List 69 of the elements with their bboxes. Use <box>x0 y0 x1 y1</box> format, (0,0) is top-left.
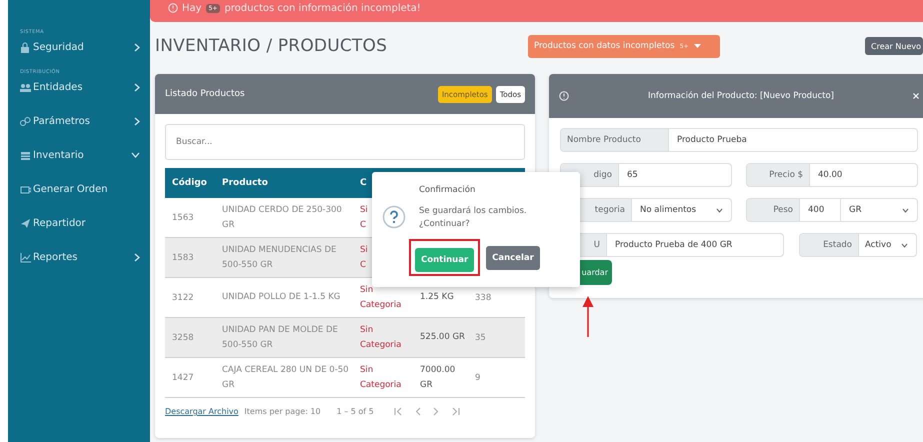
question-icon <box>382 205 406 229</box>
items-per-page: Items per page: 10 <box>244 407 321 416</box>
popover-title: Confirmación <box>419 185 476 195</box>
first-page-icon[interactable] <box>394 407 403 416</box>
info-icon <box>168 3 178 13</box>
table-cell-text: Sin Categoria <box>359 364 402 392</box>
table-cell-text: UNIDAD CERDO DE 250-300 GR <box>221 204 343 232</box>
table-cell-text: UNIDAD PAN DE MOLDE DE 500-550 GR <box>221 324 339 352</box>
alert-text: productos con información incompleta! <box>224 2 421 14</box>
table-cell-text: 1563 <box>171 212 195 222</box>
sidebar-item[interactable]: Generar Orden <box>8 179 150 199</box>
search-field[interactable]: Buscar... <box>165 124 525 160</box>
table-cell-text: 3258 <box>171 332 195 342</box>
table-cell-text: Sin Categoria <box>359 284 402 312</box>
page-title: INVENTARIO / PRODUCTOS <box>155 36 388 56</box>
table-cell-text: Si C <box>359 244 368 272</box>
input-field[interactable]: Precio $ 40.00 <box>746 163 918 187</box>
continue-button[interactable]: Continuar <box>415 248 474 272</box>
send-icon <box>20 218 31 228</box>
table-cell-text: UNIDAD POLLO DE 1-1.5 KG <box>221 291 342 304</box>
table-cell-text: 9 <box>474 372 482 382</box>
people-icon <box>20 82 31 92</box>
sidebar-item[interactable]: Parámetros <box>8 111 150 131</box>
alert-text: Hay <box>182 2 202 14</box>
table-cell-text: UNIDAD MENUDENCIAS DE 500-550 GR <box>221 244 338 272</box>
next-page-icon[interactable] <box>432 407 439 416</box>
last-page-icon[interactable] <box>450 407 460 416</box>
popover-message: Se guardará los cambios. ¿Continuar? <box>419 206 527 229</box>
column-header: Código <box>171 178 208 188</box>
select-field[interactable]: Estado Activo <box>799 233 917 257</box>
page-range: 1 – 5 of 5 <box>336 407 374 416</box>
caret-icon <box>694 44 701 48</box>
info-icon <box>559 91 569 101</box>
table-cell-text: Sin Categoria <box>359 324 402 352</box>
sidebar-item[interactable]: Inventario <box>8 145 150 165</box>
table-cell-text: 1427 <box>171 372 195 382</box>
grid-icon <box>20 150 31 160</box>
chevron-down-icon <box>716 208 723 212</box>
lock-icon <box>20 42 31 52</box>
chart-icon <box>20 252 31 262</box>
input-field[interactable]: digo 65 <box>560 163 732 187</box>
table-cell-text: 1583 <box>171 252 195 262</box>
column-header: Producto <box>221 178 269 188</box>
column-header: C <box>359 178 368 188</box>
sidebar-item[interactable]: Seguridad <box>8 37 150 57</box>
table-cell-text: 1.25 KG <box>419 291 455 304</box>
gears-icon <box>20 116 31 126</box>
table-cell-text: 338 <box>474 292 492 302</box>
annotation-arrow <box>582 296 594 338</box>
create-button[interactable]: Crear Nuevo <box>865 37 923 55</box>
chevron-down-icon <box>902 208 909 212</box>
sidebar-item[interactable]: Reportes <box>8 247 150 267</box>
table-cell-text: 7000.00 GR <box>419 364 456 392</box>
cancel-button[interactable]: Cancelar <box>486 246 540 270</box>
previous-page-icon[interactable] <box>414 407 421 416</box>
chevron-down-icon <box>901 242 908 248</box>
card-title: Información del Producto: [Nuevo Producto] <box>647 91 835 101</box>
table-cell-text: CAJA CEREAL 280 UN DE 0-50 GR <box>221 364 350 392</box>
card-title: Listado Productos <box>165 89 246 99</box>
select-field[interactable]: Peso 400 GR <box>746 198 918 222</box>
table-cell-text: 3122 <box>171 292 195 302</box>
download-link[interactable]: Descargar Archivo <box>165 407 238 416</box>
table-cell-text: 525.00 GR <box>419 331 466 344</box>
input-field[interactable]: Nombre Producto Producto Prueba <box>560 128 918 152</box>
table-cell-text: 35 <box>474 332 487 342</box>
sidebar-item[interactable]: Repartidor <box>8 213 150 233</box>
close-icon[interactable] <box>913 93 919 99</box>
sidebar-item[interactable]: Entidades <box>8 77 150 97</box>
table-cell-text: Si C <box>359 204 368 232</box>
